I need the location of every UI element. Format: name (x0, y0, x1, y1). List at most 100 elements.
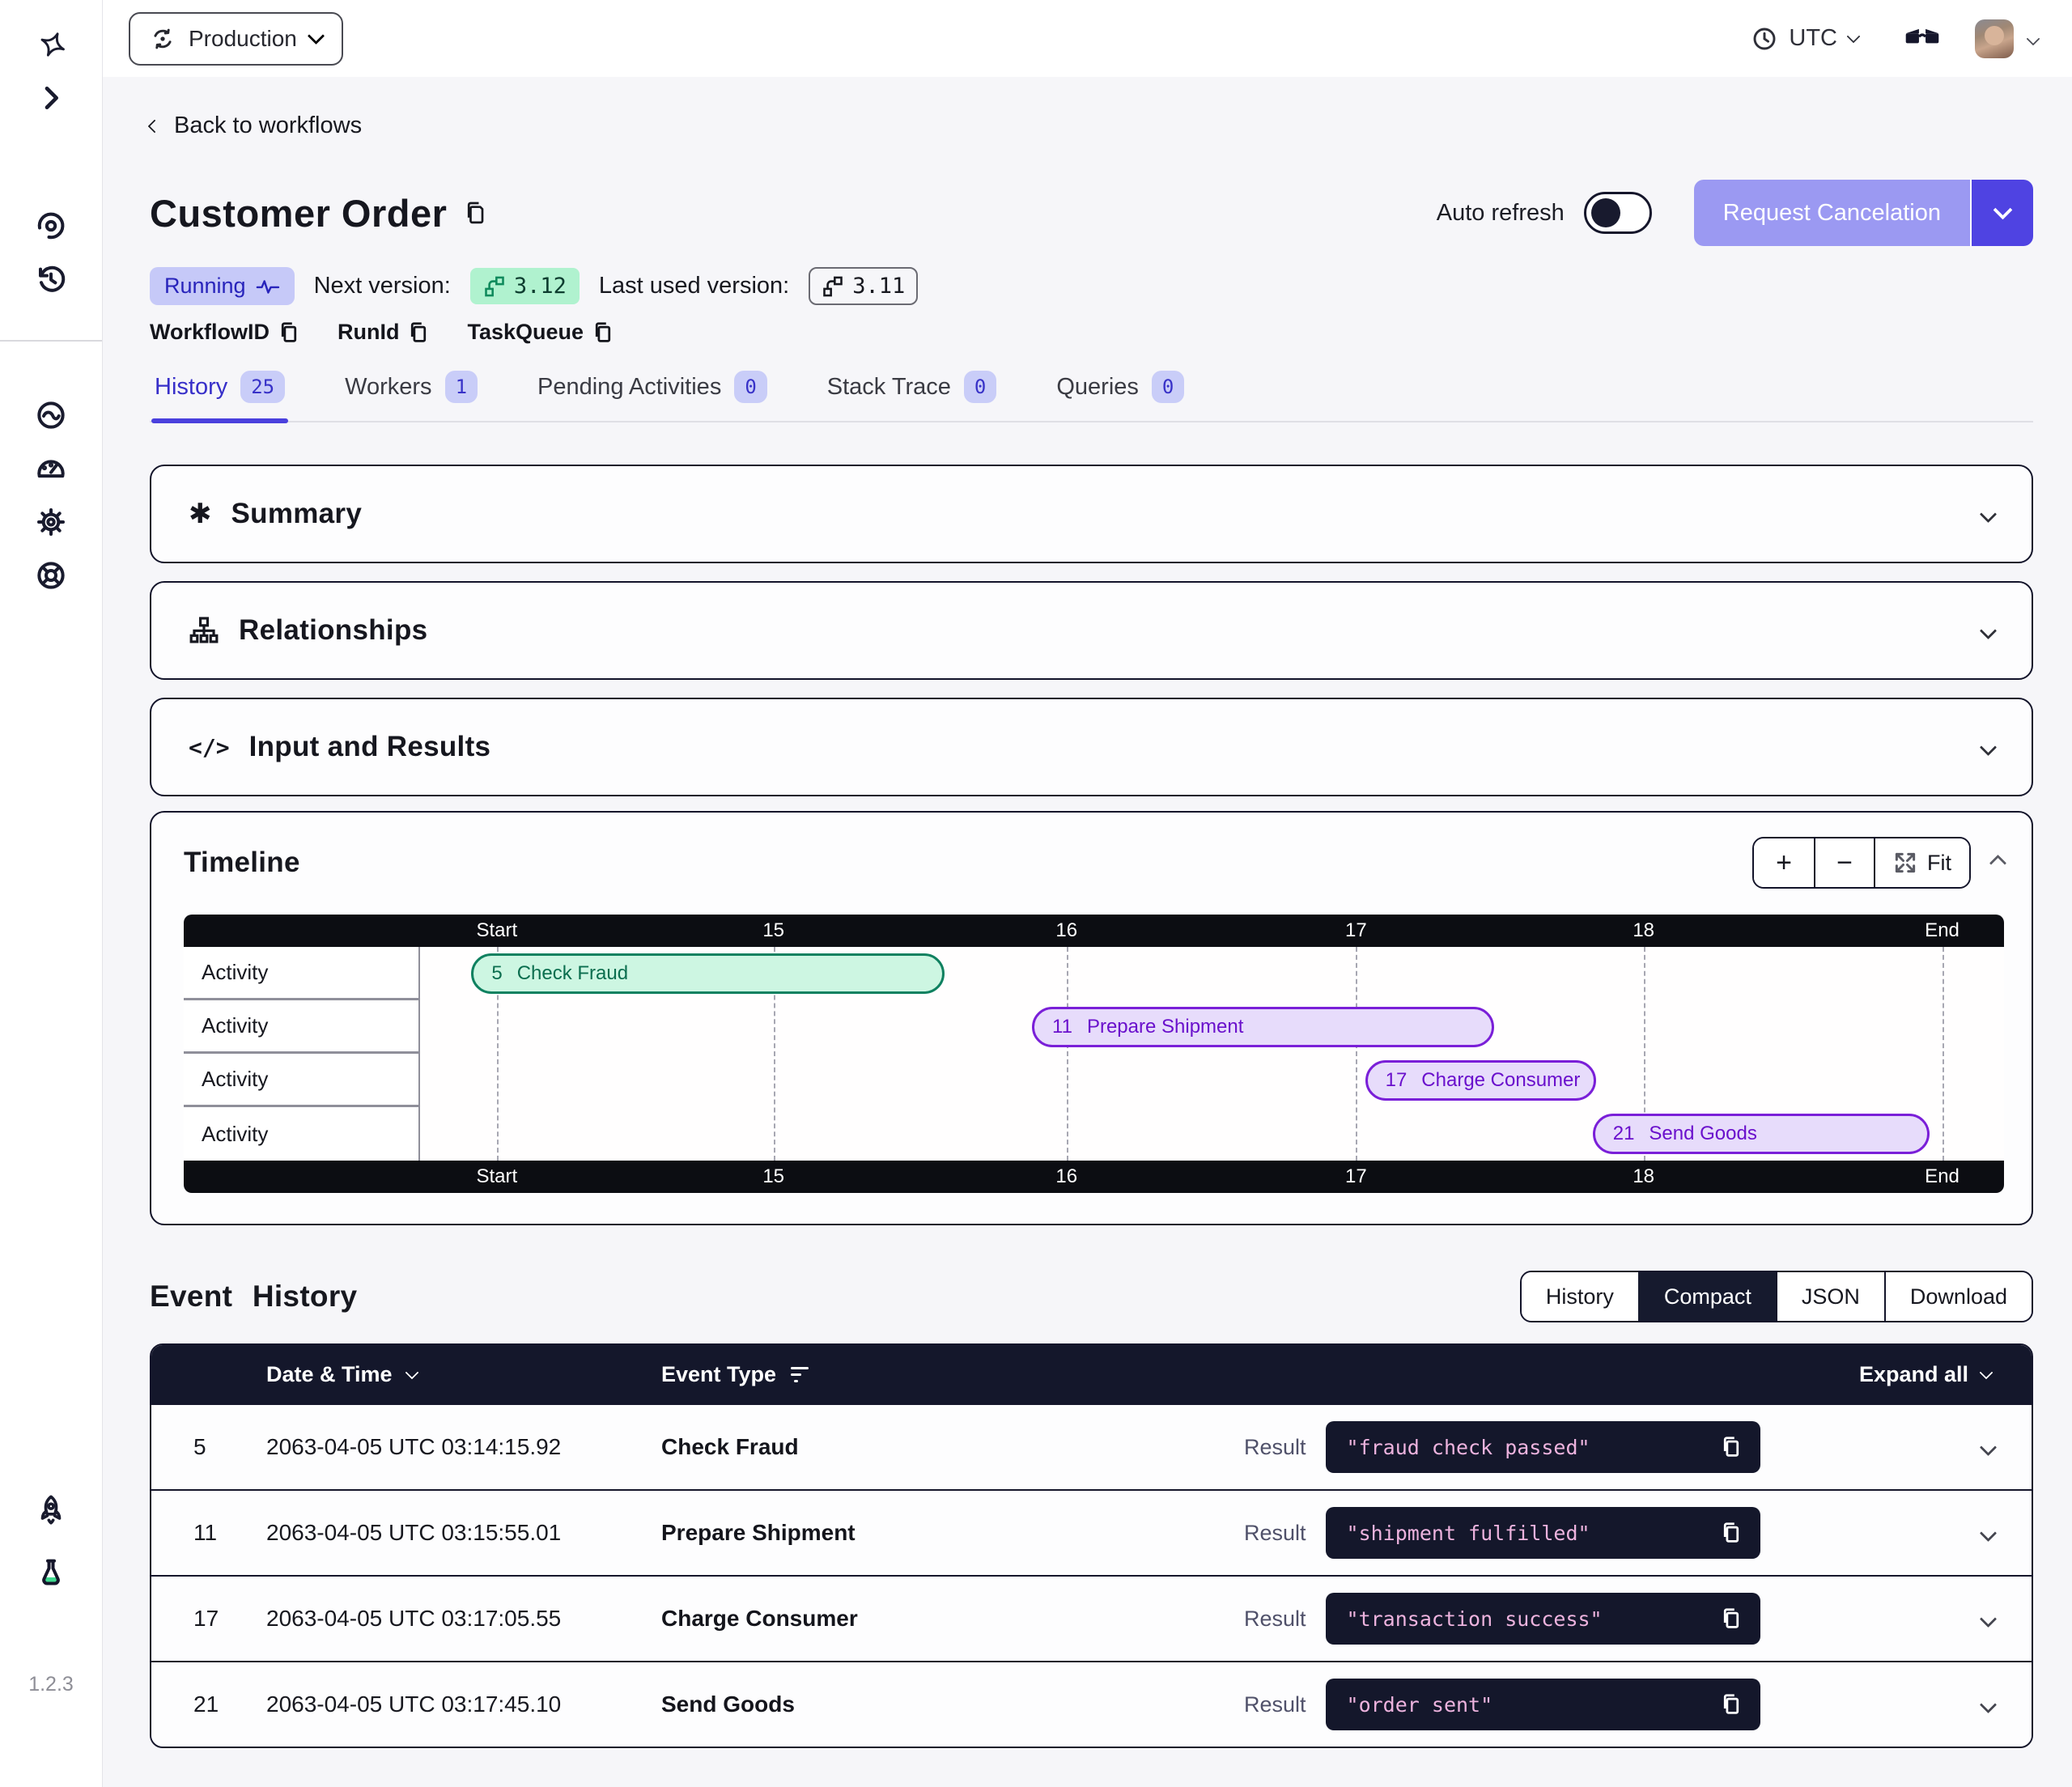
event-datetime: 2063-04-05 UTC 03:17:45.10 (266, 1691, 661, 1717)
summary-section[interactable]: ✱ Summary (150, 465, 2033, 563)
timeline-bar-check-fraud[interactable]: 5 Check Fraud (471, 953, 945, 994)
result-value-pill: "fraud check passed" (1326, 1421, 1760, 1473)
tab-label: History (155, 374, 227, 401)
zoom-fit-button[interactable]: Fit (1874, 838, 1969, 887)
tick-label: 17 (1345, 919, 1367, 942)
sidebar-item-nexus-icon[interactable] (34, 398, 68, 432)
workflow-id-label: WorkflowID (150, 320, 270, 345)
namespace-selector[interactable]: Production (129, 12, 343, 66)
event-row-send-goods[interactable]: 21 2063-04-05 UTC 03:17:45.10 Send Goods… (151, 1661, 2032, 1747)
sidebar-item-settings-icon[interactable] (34, 505, 68, 539)
namespace-cycle-icon (150, 26, 176, 52)
result-value-pill: "transaction success" (1326, 1593, 1760, 1645)
expand-all-button[interactable]: Expand all (1859, 1362, 2032, 1387)
event-history-table-header: Date & Time Event Type Expand all (151, 1345, 2032, 1403)
result-value: "shipment fulfilled" (1347, 1522, 1590, 1545)
user-avatar[interactable] (1975, 19, 2014, 58)
view-history-button[interactable]: History (1522, 1272, 1638, 1321)
workflow-id-copy[interactable]: WorkflowID (150, 320, 302, 345)
copy-result-icon[interactable] (1720, 1692, 1744, 1717)
view-compact-button[interactable]: Compact (1638, 1272, 1776, 1321)
column-date-time[interactable]: Date & Time (266, 1362, 661, 1387)
row-label: Activity (184, 1054, 418, 1107)
tab-stack-trace[interactable]: Stack Trace 0 (824, 363, 1000, 421)
sidebar-divider (0, 340, 102, 342)
feedback-glasses-icon[interactable] (1904, 28, 1941, 50)
clock-icon (1751, 26, 1777, 52)
event-id: 17 (1386, 1069, 1408, 1092)
tab-history[interactable]: History 25 (151, 363, 288, 421)
event-row-check-fraud[interactable]: 5 2063-04-05 UTC 03:14:15.92 Check Fraud… (151, 1403, 2032, 1489)
event-type: Send Goods (661, 1691, 1244, 1717)
tab-workers[interactable]: Workers 1 (342, 363, 481, 421)
copy-result-icon[interactable] (1720, 1435, 1744, 1459)
task-queue-label: TaskQueue (467, 320, 584, 345)
request-cancelation-button[interactable]: Request Cancelation (1694, 180, 2033, 246)
relationships-section-label: Relationships (239, 614, 427, 647)
tick-label: 15 (762, 919, 784, 942)
tick-label: End (1925, 1165, 1959, 1188)
column-event-type[interactable]: Event Type (661, 1362, 809, 1387)
collapse-timeline-icon[interactable] (1989, 854, 2006, 871)
tick-label: 16 (1055, 1165, 1077, 1188)
next-version-label: Next version: (314, 273, 451, 299)
timeline-title: Timeline (184, 847, 300, 879)
result-value: "transaction success" (1347, 1607, 1603, 1631)
event-id: 21 (193, 1691, 266, 1717)
cancelation-menu-caret[interactable] (1970, 180, 2033, 246)
tab-queries[interactable]: Queries 0 (1053, 363, 1187, 421)
event-datetime: 2063-04-05 UTC 03:17:05.55 (266, 1606, 661, 1632)
gridline (1942, 947, 1944, 1161)
expand-row-chevron-icon[interactable] (1980, 1610, 1997, 1627)
sidebar-item-usage-icon[interactable] (34, 452, 68, 486)
relationships-section[interactable]: Relationships (150, 581, 2033, 680)
timezone-selector[interactable]: UTC (1751, 25, 1858, 52)
zoom-in-button[interactable]: + (1754, 838, 1814, 887)
view-json-button[interactable]: JSON (1776, 1272, 1884, 1321)
result-label: Result (1244, 1435, 1306, 1460)
copy-result-icon[interactable] (1720, 1521, 1744, 1545)
sidebar-item-labs-icon[interactable] (34, 1556, 68, 1590)
tab-pending-activities[interactable]: Pending Activities 0 (534, 363, 771, 421)
expand-row-chevron-icon[interactable] (1980, 1696, 1997, 1713)
expand-row-chevron-icon[interactable] (1980, 1524, 1997, 1541)
copy-title-icon[interactable] (463, 200, 489, 226)
sidebar-item-schedules-icon[interactable] (34, 262, 68, 296)
title-actions: Auto refresh Request Cancelation (1437, 180, 2033, 246)
nav-sparkle-icon[interactable] (34, 28, 68, 62)
chevron-down-icon (1980, 1365, 1993, 1379)
hierarchy-icon (189, 615, 219, 646)
tab-bar: History 25 Workers 1 Pending Activities … (150, 363, 2033, 422)
timeline-bar-send-goods[interactable]: 21 Send Goods (1593, 1114, 1930, 1154)
timeline-ruler-top: Start 15 16 17 18 End (184, 915, 2004, 947)
sidebar-item-getting-started-icon[interactable] (34, 1492, 68, 1526)
timeline-bar-charge-consumer[interactable]: 17 Charge Consumer (1365, 1060, 1597, 1101)
app-version: 1.2.3 (0, 1673, 102, 1696)
run-id-copy[interactable]: RunId (338, 320, 431, 345)
gridline (1356, 947, 1357, 1161)
sidebar-expand-icon[interactable] (34, 81, 68, 115)
auto-refresh-toggle[interactable] (1584, 192, 1652, 234)
last-used-version-badge: 3.11 (809, 267, 918, 305)
task-queue-copy[interactable]: TaskQueue (467, 320, 616, 345)
status-label: Running (164, 274, 246, 299)
zoom-out-button[interactable]: − (1814, 838, 1874, 887)
back-to-workflows-link[interactable]: Back to workflows (150, 112, 362, 139)
status-badge: Running (150, 267, 295, 305)
sidebar-item-workflows-icon[interactable] (34, 209, 68, 243)
event-row-prepare-shipment[interactable]: 11 2063-04-05 UTC 03:15:55.01 Prepare Sh… (151, 1489, 2032, 1575)
user-menu-chevron-icon[interactable] (2027, 32, 2040, 45)
event-type: Check Fraud (661, 1434, 1244, 1460)
input-results-section[interactable]: </> Input and Results (150, 698, 2033, 796)
copy-result-icon[interactable] (1720, 1607, 1744, 1631)
timeline-bar-prepare-shipment[interactable]: 11 Prepare Shipment (1032, 1007, 1494, 1047)
tick-label: 18 (1633, 1165, 1654, 1188)
event-history-table: Date & Time Event Type Expand all 5 2063… (150, 1343, 2033, 1748)
result-label: Result (1244, 1607, 1306, 1632)
tab-label: Workers (345, 374, 431, 401)
download-button[interactable]: Download (1884, 1272, 2032, 1321)
sidebar-item-support-icon[interactable] (34, 558, 68, 592)
expand-row-chevron-icon[interactable] (1980, 1438, 1997, 1455)
event-row-charge-consumer[interactable]: 17 2063-04-05 UTC 03:17:05.55 Charge Con… (151, 1575, 2032, 1661)
event-type: Charge Consumer (661, 1606, 1244, 1632)
